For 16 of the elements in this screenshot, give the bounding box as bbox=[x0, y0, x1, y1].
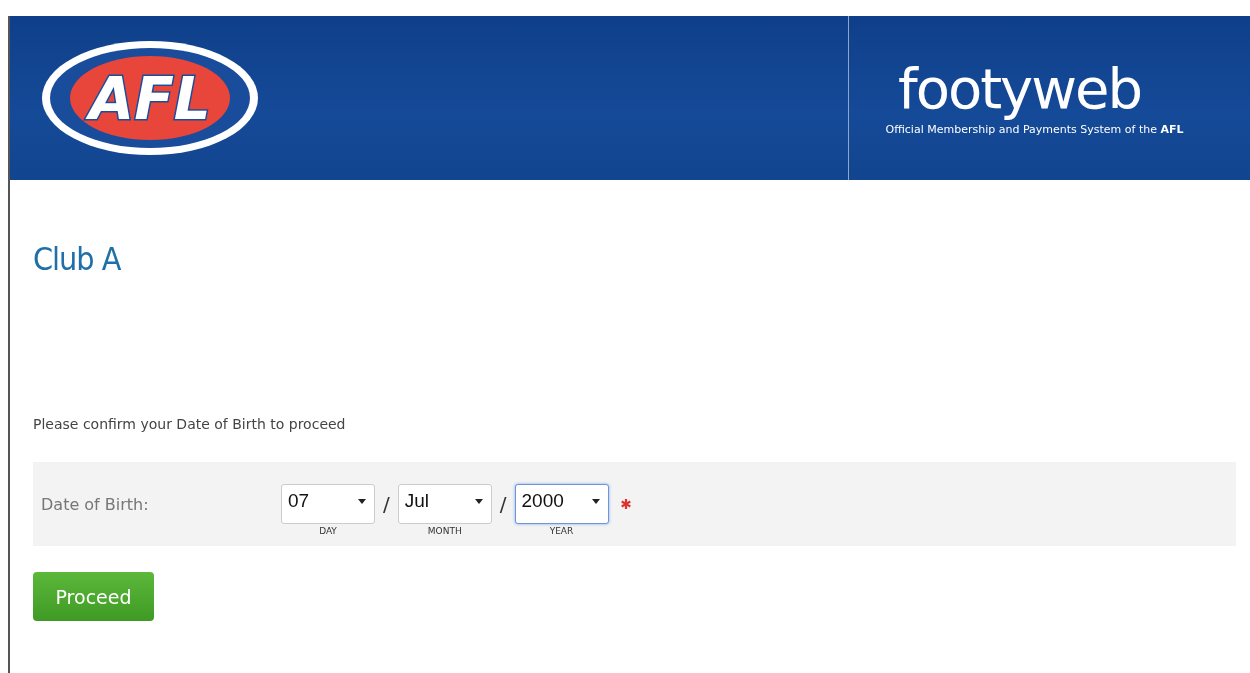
page-title: Club A bbox=[33, 240, 122, 278]
caret-icon bbox=[591, 498, 600, 504]
dropdown[interactable]: 07 bbox=[281, 484, 375, 524]
separator: / bbox=[383, 492, 390, 516]
dropdown-caption: DAY bbox=[319, 526, 337, 536]
field-label: Date of Birth: bbox=[41, 494, 150, 514]
dropdown-caption: YEAR bbox=[549, 526, 574, 536]
separator: / bbox=[499, 492, 507, 516]
afl-logo: AFL bbox=[40, 39, 260, 157]
dropdown[interactable]: 2000 bbox=[514, 484, 609, 524]
dropdown[interactable]: Jul bbox=[397, 484, 492, 524]
dropdown-caption: MONTH bbox=[427, 526, 462, 536]
tagline: Official Membership and Payments System of the AFL bbox=[885, 122, 1184, 136]
instruction-text: Please confirm your Date of Birth to proceed bbox=[33, 416, 347, 432]
caret-icon bbox=[358, 498, 366, 504]
caret-icon bbox=[474, 498, 483, 504]
